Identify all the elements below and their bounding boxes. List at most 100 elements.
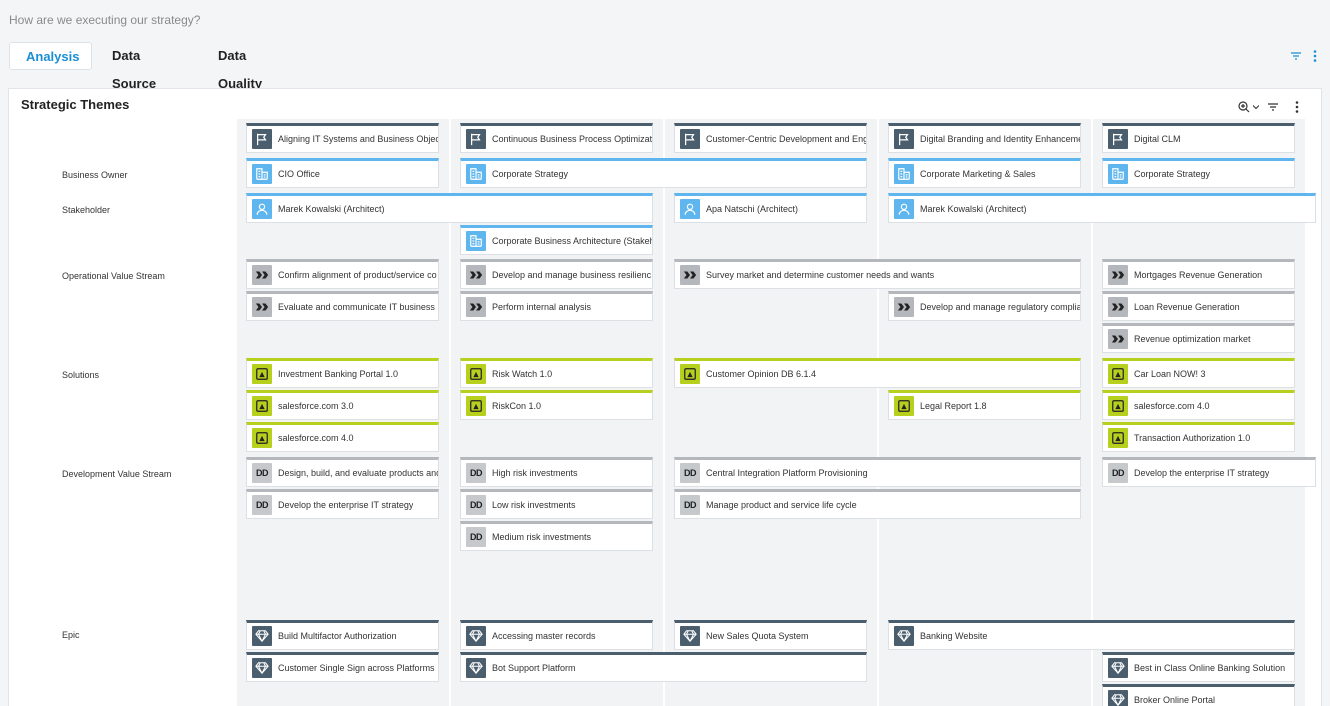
- tab-data-quality[interactable]: Data Quality: [202, 42, 302, 91]
- epic-card[interactable]: New Sales Quota System: [674, 620, 867, 650]
- chevron-right-icon: [1108, 265, 1128, 285]
- diamond-icon: [252, 658, 272, 678]
- application-icon: [466, 396, 486, 416]
- solution-card[interactable]: Customer Opinion DB 6.1.4: [674, 358, 1081, 388]
- theme-card[interactable]: Digital Branding and Identity Enhanceme: [888, 123, 1081, 153]
- row-label-solutions: Solutions: [25, 362, 225, 388]
- user-icon: [252, 199, 272, 219]
- value-stream-card[interactable]: Perform internal analysis: [460, 291, 653, 321]
- theme-card[interactable]: Continuous Business Process Optimizati: [460, 123, 653, 153]
- tab-data-source[interactable]: Data Source: [96, 42, 196, 91]
- value-stream-card[interactable]: Develop and manage business resilienc: [460, 259, 653, 289]
- zoom-icon[interactable]: [1237, 100, 1251, 114]
- flag-icon: [1108, 129, 1128, 149]
- dev-value-stream-card[interactable]: DD Medium risk investments: [460, 521, 653, 551]
- theme-card[interactable]: Customer-Centric Development and Eng: [674, 123, 867, 153]
- stakeholder-card[interactable]: Marek Kowalski (Architect): [246, 193, 653, 223]
- value-stream-card[interactable]: Survey market and determine customer nee…: [674, 259, 1081, 289]
- value-stream-card[interactable]: Evaluate and communicate IT business: [246, 291, 439, 321]
- dev-value-stream-card[interactable]: DD Low risk investments: [460, 489, 653, 519]
- epic-card[interactable]: Best in Class Online Banking Solution: [1102, 652, 1295, 682]
- solution-card[interactable]: salesforce.com 4.0: [1102, 390, 1295, 420]
- chevron-down-icon[interactable]: [1253, 104, 1259, 110]
- diamond-icon: [466, 626, 486, 646]
- theme-card[interactable]: Digital CLM: [1102, 123, 1295, 153]
- flag-icon: [894, 129, 914, 149]
- diamond-icon: [680, 626, 700, 646]
- dev-value-stream-card[interactable]: DD Design, build, and evaluate products a…: [246, 457, 439, 487]
- chevron-right-icon: [252, 297, 272, 317]
- building-icon: [894, 164, 914, 184]
- solution-card[interactable]: Car Loan NOW! 3: [1102, 358, 1295, 388]
- user-icon: [894, 199, 914, 219]
- chevron-right-icon: [466, 297, 486, 317]
- stakeholder-card[interactable]: Apa Natschi (Architect): [674, 193, 867, 223]
- epic-card[interactable]: Customer Single Sign across Platforms: [246, 652, 439, 682]
- value-stream-card[interactable]: Confirm alignment of product/service co: [246, 259, 439, 289]
- solution-card[interactable]: Risk Watch 1.0: [460, 358, 653, 388]
- application-icon: [252, 396, 272, 416]
- chevron-right-icon: [1108, 297, 1128, 317]
- epic-card[interactable]: Accessing master records: [460, 620, 653, 650]
- dd-icon: DD: [252, 463, 272, 483]
- flag-icon: [252, 129, 272, 149]
- stakeholder-card[interactable]: Corporate Business Architecture (Stakeh: [460, 225, 653, 255]
- value-stream-card[interactable]: Mortgages Revenue Generation: [1102, 259, 1295, 289]
- diamond-icon: [1108, 658, 1128, 678]
- strategic-themes-panel: Strategic Themes Business Owner Stakehol…: [8, 88, 1322, 706]
- application-icon: [1108, 428, 1128, 448]
- dev-value-stream-card[interactable]: DD Central Integration Platform Provision…: [674, 457, 1081, 487]
- tab-analysis[interactable]: Analysis: [9, 42, 92, 70]
- application-icon: [466, 364, 486, 384]
- row-label-business-owner: Business Owner: [25, 162, 225, 188]
- flag-icon: [680, 129, 700, 149]
- building-icon: [252, 164, 272, 184]
- solution-card[interactable]: RiskCon 1.0: [460, 390, 653, 420]
- chevron-right-icon: [252, 265, 272, 285]
- diamond-icon: [252, 626, 272, 646]
- dev-value-stream-card[interactable]: DD Develop the enterprise IT strategy: [1102, 457, 1316, 487]
- page-title: How are we executing our strategy?: [9, 13, 201, 27]
- application-icon: [894, 396, 914, 416]
- user-icon: [680, 199, 700, 219]
- dev-value-stream-card[interactable]: DD Develop the enterprise IT strategy: [246, 489, 439, 519]
- more-vertical-icon[interactable]: [1294, 100, 1300, 114]
- application-icon: [252, 428, 272, 448]
- more-vertical-icon[interactable]: [1312, 49, 1318, 63]
- theme-card[interactable]: Aligning IT Systems and Business Objec: [246, 123, 439, 153]
- filter-icon[interactable]: [1267, 101, 1279, 113]
- value-stream-card[interactable]: Loan Revenue Generation: [1102, 291, 1295, 321]
- dev-value-stream-card[interactable]: DD High risk investments: [460, 457, 653, 487]
- dev-value-stream-card[interactable]: DD Manage product and service life cycle: [674, 489, 1081, 519]
- building-icon: [1108, 164, 1128, 184]
- solution-card[interactable]: salesforce.com 4.0: [246, 422, 439, 452]
- solution-card[interactable]: Transaction Authorization 1.0: [1102, 422, 1295, 452]
- epic-card[interactable]: Bot Support Platform: [460, 652, 867, 682]
- dd-icon: DD: [252, 495, 272, 515]
- epic-card[interactable]: Build Multifactor Authorization: [246, 620, 439, 650]
- chevron-right-icon: [466, 265, 486, 285]
- business-owner-card[interactable]: CIO Office: [246, 158, 439, 188]
- building-icon: [466, 164, 486, 184]
- solution-card[interactable]: Investment Banking Portal 1.0: [246, 358, 439, 388]
- value-stream-card[interactable]: Revenue optimization market: [1102, 323, 1295, 353]
- diamond-icon: [1108, 690, 1128, 706]
- business-owner-card[interactable]: Corporate Strategy: [1102, 158, 1295, 188]
- panel-title: Strategic Themes: [21, 97, 130, 112]
- filter-icon[interactable]: [1290, 50, 1302, 62]
- diamond-icon: [894, 626, 914, 646]
- stakeholder-card[interactable]: Marek Kowalski (Architect): [888, 193, 1316, 223]
- application-icon: [1108, 396, 1128, 416]
- business-owner-card[interactable]: Corporate Strategy: [460, 158, 867, 188]
- dd-icon: DD: [1108, 463, 1128, 483]
- solution-card[interactable]: salesforce.com 3.0: [246, 390, 439, 420]
- epic-card[interactable]: Broker Online Portal: [1102, 684, 1295, 706]
- application-icon: [1108, 364, 1128, 384]
- business-owner-card[interactable]: Corporate Marketing & Sales: [888, 158, 1081, 188]
- flag-icon: [466, 129, 486, 149]
- row-label-development-value-stream: Development Value Stream: [25, 461, 225, 487]
- dd-icon: DD: [466, 495, 486, 515]
- solution-card[interactable]: Legal Report 1.8: [888, 390, 1081, 420]
- value-stream-card[interactable]: Develop and manage regulatory complia: [888, 291, 1081, 321]
- epic-card[interactable]: Banking Website: [888, 620, 1295, 650]
